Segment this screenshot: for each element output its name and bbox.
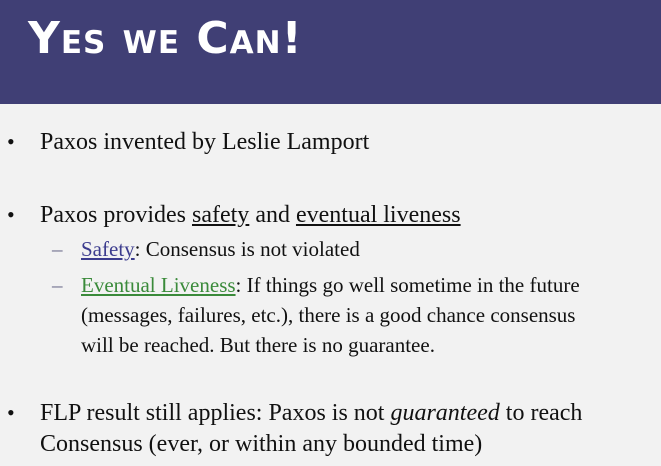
bullet-marker: • [7,202,15,227]
eventual-liveness-term: eventual liveness [295,202,461,228]
bullet-marker: • [7,129,15,154]
safety-description: : Consensus is not violated [134,237,360,261]
bullet-text-suffix: to reach [499,400,583,426]
bullet-text: Paxos invented by Leslie Lamport [40,129,370,155]
liveness-description-line1: : If things go well sometime in the futu… [235,273,580,297]
bullet-text-middle: and [249,202,296,228]
subitem-text: Eventual Liveness: If things go well som… [81,270,580,301]
subitem-text: Safety: Consensus is not violated [81,234,360,265]
bullet-text-prefix: Paxos provides [40,202,192,228]
eventual-liveness-link[interactable]: Eventual Liveness [81,273,236,297]
bullet-text-line2: Consensus (ever, or within any bounded t… [40,431,483,457]
safety-term: safety [192,202,250,228]
dash-marker: – [52,273,63,297]
slide: Yes we Can! • Paxos invented by Leslie L… [0,0,661,466]
bullet-marker: • [7,400,15,425]
dash-marker: – [52,237,63,261]
bullet-text: Paxos provides safety and eventual liven… [40,199,461,231]
safety-link[interactable]: Safety [81,237,135,261]
liveness-description-line2: (messages, failures, etc.), there is a g… [81,303,576,327]
title-bar: Yes we Can! [0,0,661,104]
bullet-text-prefix: FLP result still applies: Paxos is not [40,400,391,426]
liveness-description-line3: will be reached. But there is no guarant… [81,333,435,357]
slide-title: Yes we Can! [28,13,303,64]
guaranteed-emphasis: guaranteed [390,400,500,426]
bullet-text: FLP result still applies: Paxos is not g… [40,397,582,429]
